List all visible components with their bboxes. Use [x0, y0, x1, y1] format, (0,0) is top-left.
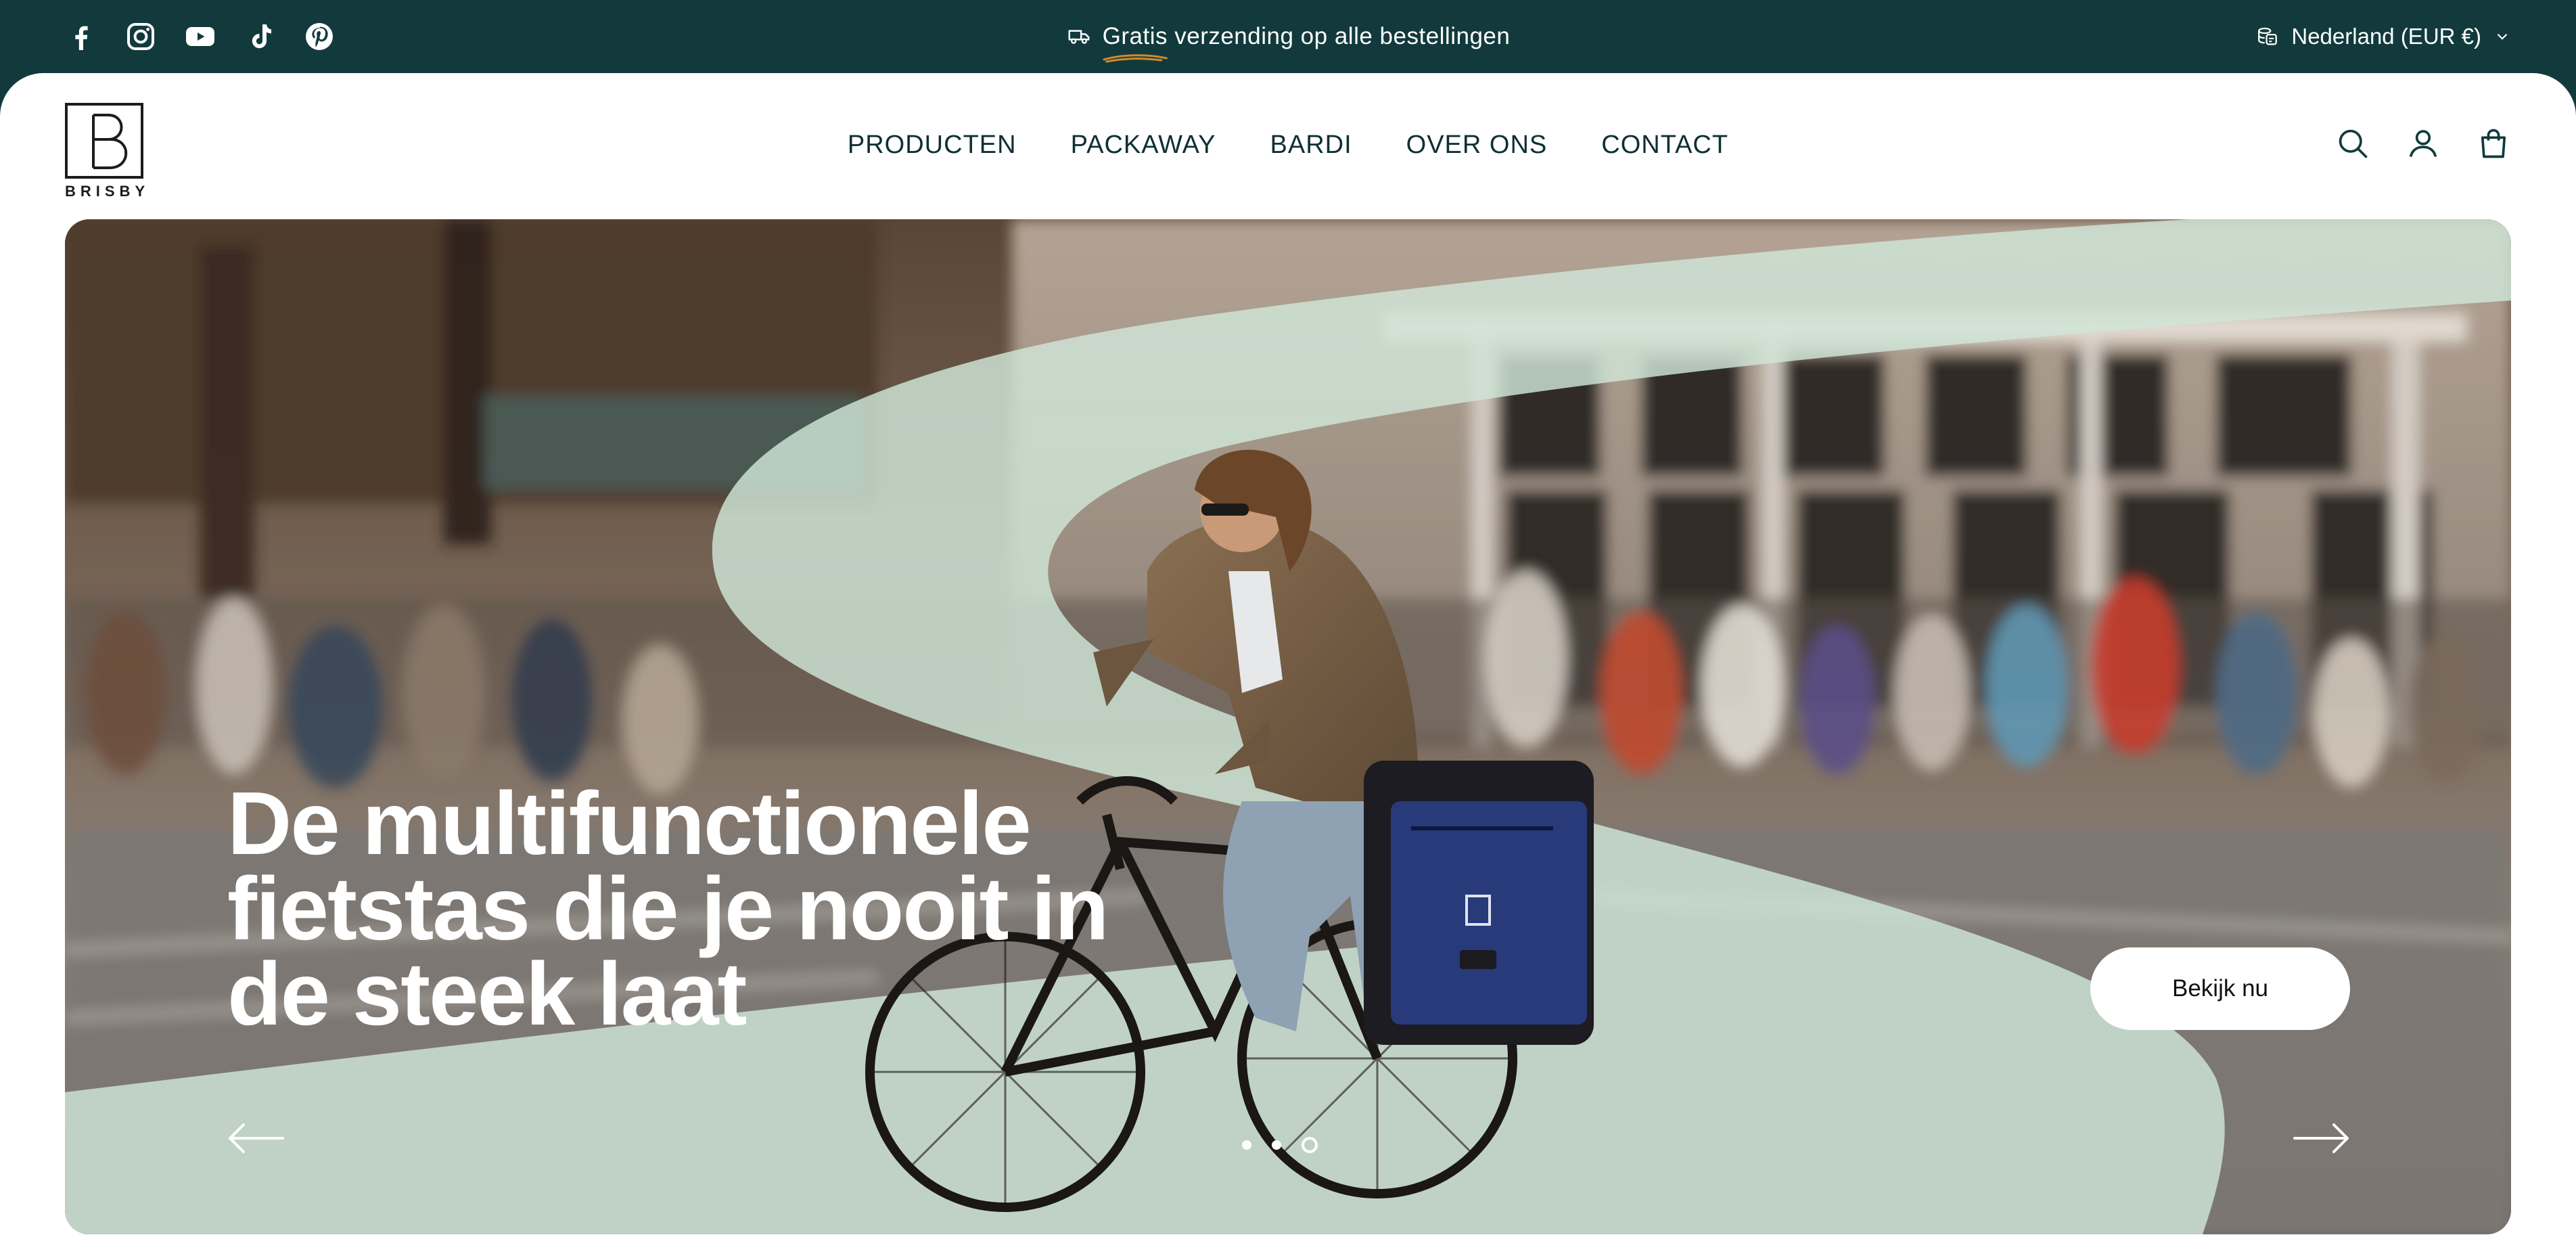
- country-selector-label: Nederland (EUR €): [2291, 24, 2481, 49]
- currency-icon: [2258, 27, 2278, 45]
- cart-icon[interactable]: [2476, 126, 2511, 161]
- hero-headline: De multifunctionele fietstas die je nooi…: [227, 773, 1109, 1044]
- next-slide-arrow-icon[interactable]: [2293, 1122, 2350, 1154]
- main-navigation: PRODUCTEN PACKAWAY BARDI OVER ONS CONTAC…: [0, 129, 2576, 161]
- shop-now-button[interactable]: Bekijk nu: [2090, 947, 2350, 1030]
- previous-slide-arrow-icon[interactable]: [227, 1122, 284, 1154]
- nav-item-over-ons[interactable]: OVER ONS: [1406, 129, 1548, 161]
- nav-item-bardi[interactable]: BARDI: [1270, 129, 1352, 161]
- search-icon[interactable]: [2335, 126, 2370, 161]
- announcement-rest: verzending op alle bestellingen: [1168, 23, 1511, 49]
- logo-text: BRISBY: [65, 183, 150, 200]
- announcement-bar: Gratis verzending op alle bestellingen N…: [0, 0, 2576, 73]
- slide-dot-1[interactable]: [1242, 1140, 1251, 1150]
- page: BRISBY PRODUCTEN PACKAWAY BARDI OVER ONS…: [0, 73, 2576, 1256]
- announcement-text: Gratis verzending op alle bestellingen: [0, 19, 2576, 63]
- delivery-truck-icon: [1068, 30, 1090, 44]
- header-actions: [2335, 126, 2511, 161]
- nav-item-contact[interactable]: CONTACT: [1601, 129, 1728, 161]
- announcement-highlight: Gratis: [1103, 19, 1168, 63]
- hero-image: [65, 219, 2511, 1234]
- nav-item-producten[interactable]: PRODUCTEN: [848, 129, 1017, 161]
- account-icon[interactable]: [2406, 126, 2441, 161]
- slide-dot-3-active[interactable]: [1302, 1137, 1318, 1153]
- country-selector[interactable]: Nederland (EUR €): [2256, 19, 2511, 54]
- slide-indicators: [1242, 1137, 1318, 1153]
- chevron-down-icon: [2497, 33, 2508, 40]
- nav-item-packaway[interactable]: PACKAWAY: [1071, 129, 1216, 161]
- hero-slideshow: De multifunctionele fietstas die je nooi…: [65, 219, 2511, 1234]
- slide-dot-2[interactable]: [1272, 1140, 1281, 1150]
